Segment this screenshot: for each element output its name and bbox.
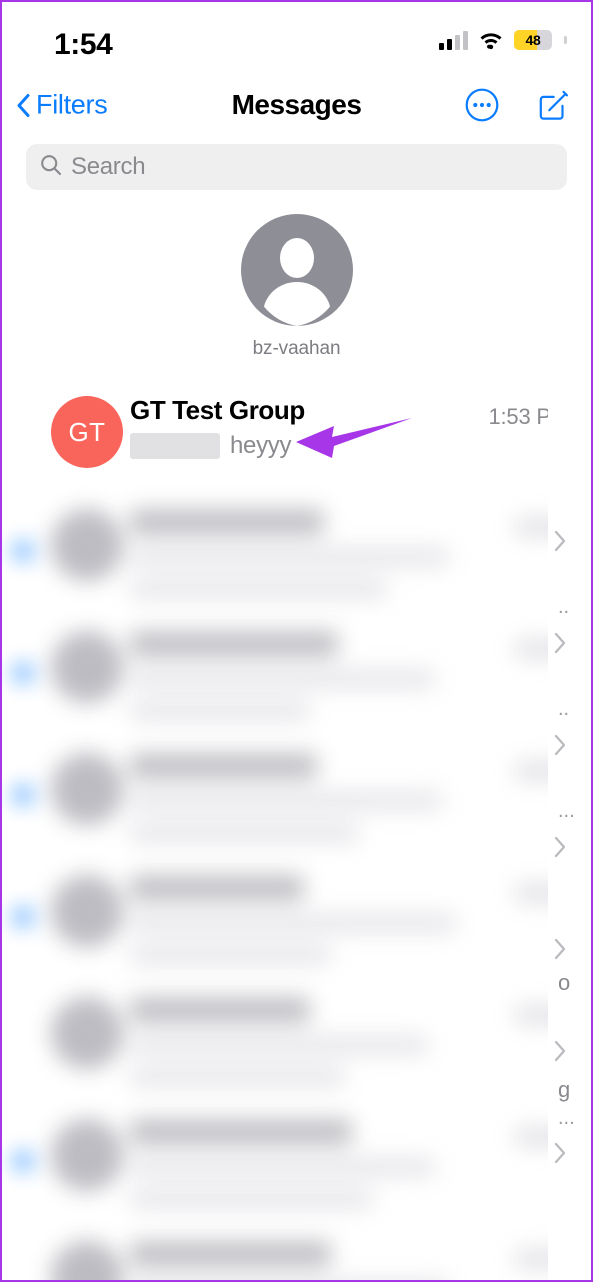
battery-cap-icon [564,36,567,44]
conversation-row-4[interactable] [2,737,591,859]
search-container: Search [2,136,591,190]
redacted-title [130,1241,332,1267]
redacted-preview-line [130,1035,429,1055]
ellipsis-circle-icon[interactable] [465,88,499,122]
redacted-timestamp [515,517,591,537]
status-bar-indicators: 48 [439,30,567,50]
conversation-row-6[interactable] [2,981,591,1103]
unread-dot [15,665,31,681]
pinned-contact-name: bz-vaahan [252,338,341,359]
redacted-timestamp [515,1005,591,1025]
cellular-bars-icon [439,30,468,50]
redacted-timestamp [515,639,591,659]
avatar [51,1241,123,1280]
person-circle-avatar [240,214,353,326]
pinned-contacts-row: bz-vaahan [2,190,591,366]
redacted-preview-line [130,945,332,965]
redacted-timestamp [515,1249,591,1269]
status-bar-time: 1:54 [54,28,113,61]
unread-dot [15,1153,31,1169]
redacted-title [130,509,325,535]
conversation-row-8[interactable] [2,1225,591,1280]
avatar [51,631,123,703]
avatar [51,875,123,947]
row-divider [569,476,591,477]
chevron-left-icon [16,93,30,117]
status-bar: 1:54 48 [2,2,591,74]
redacted-title [130,875,304,901]
conversation-row-5[interactable] [2,859,591,981]
conversation-row-gt-test-group[interactable]: GT GT Test Group heyyy 1:53 PM [2,380,591,493]
search-placeholder: Search [71,153,146,180]
redacted-timestamp [515,1127,591,1147]
redacted-sender-name [130,432,220,459]
conversation-row-7[interactable] [2,1103,591,1225]
redacted-timestamp [515,761,591,781]
conversation-row-2[interactable] [2,493,591,615]
conversation-text: GT Test Group heyyy [130,395,483,460]
conversation-row-3[interactable] [2,615,591,737]
navigation-bar: Filters Messages [2,74,591,136]
redacted-preview-line [130,579,387,599]
unread-dot [15,787,31,803]
redacted-preview-line [130,913,457,933]
redacted-preview-line [130,547,450,567]
bell-slash-icon [561,446,591,477]
redacted-preview-line [130,791,443,811]
search-icon [40,154,62,181]
back-button-filters[interactable]: Filters [16,89,108,121]
chevron-right-icon[interactable] [579,405,591,430]
conversation-meta: 1:53 PM [483,396,591,477]
preview-text: heyyy [230,431,292,459]
redacted-preview-line [130,1067,346,1087]
redacted-preview-line [130,1189,373,1209]
conversation-timestamp: 1:53 PM [488,404,569,429]
redacted-title [130,997,311,1023]
conversation-preview: heyyy [130,432,477,460]
compose-square-pencil-icon[interactable] [537,88,571,122]
avatar: GT [51,396,123,468]
redacted-title [130,631,339,657]
redacted-preview-line [130,823,360,843]
conversation-title: GT Test Group [130,395,305,425]
avatar [51,997,123,1069]
redacted-title [130,1119,353,1145]
unread-dot [15,543,31,559]
nav-actions [465,88,571,122]
redacted-timestamp [515,883,591,903]
search-input[interactable]: Search [26,144,567,190]
redacted-preview-line [130,669,436,689]
pinned-contact[interactable]: bz-vaahan [240,214,353,360]
conversation-list: GT GT Test Group heyyy 1:53 PM [2,380,591,1280]
redacted-title [130,753,318,779]
avatar-initials: GT [68,416,106,447]
avatar [51,753,123,825]
unread-indicator-slot [2,396,44,430]
redacted-preview-line [130,1157,436,1177]
battery-percent-label: 48 [525,32,541,48]
wifi-icon [479,31,503,50]
avatar [51,509,123,581]
avatar-slot: GT [44,396,130,468]
phone-screen: 1:54 48 Filters Messages Search bz-vaaha… [0,0,593,1282]
battery-low-power-icon: 48 [514,30,552,50]
back-button-label: Filters [36,89,108,120]
redacted-preview-line [130,701,311,721]
unread-dot [15,909,31,925]
avatar [51,1119,123,1191]
